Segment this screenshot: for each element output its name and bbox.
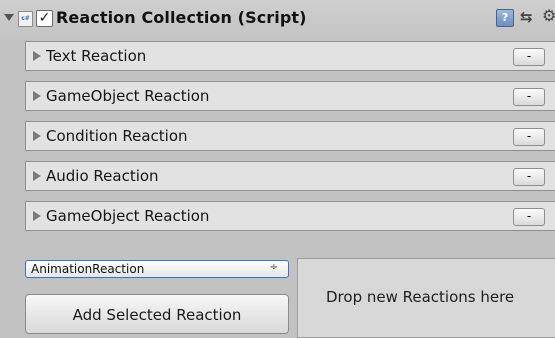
expand-arrow-icon[interactable] xyxy=(33,91,41,101)
component-title: Reaction Collection (Script) xyxy=(56,8,307,27)
csharp-script-icon: c# xyxy=(18,11,33,27)
dropdown-arrows-icon: ÷ xyxy=(269,262,278,273)
enabled-checkbox[interactable]: ✓ xyxy=(36,10,53,27)
reaction-label: Condition Reaction xyxy=(46,127,188,145)
remove-reaction-button[interactable]: - xyxy=(513,48,545,66)
gear-icon[interactable]: ⚙ xyxy=(542,6,555,25)
expand-arrow-icon[interactable] xyxy=(33,131,41,141)
reaction-row[interactable]: Condition Reaction - xyxy=(25,121,555,151)
reaction-label: GameObject Reaction xyxy=(46,207,210,225)
remove-reaction-button[interactable]: - xyxy=(513,208,545,226)
reaction-row[interactable]: Audio Reaction - xyxy=(25,161,555,191)
add-selected-reaction-button[interactable]: Add Selected Reaction xyxy=(25,294,289,334)
remove-reaction-button[interactable]: - xyxy=(513,168,545,186)
drop-zone-label: Drop new Reactions here xyxy=(326,288,515,306)
foldout-arrow-icon[interactable] xyxy=(4,14,14,21)
preset-settings-icon[interactable]: ⇆ xyxy=(520,8,533,26)
dropdown-selected-value: AnimationReaction xyxy=(31,262,145,276)
remove-reaction-button[interactable]: - xyxy=(513,128,545,146)
reaction-label: Text Reaction xyxy=(46,47,147,65)
remove-reaction-button[interactable]: - xyxy=(513,88,545,106)
reaction-row[interactable]: GameObject Reaction - xyxy=(25,201,555,231)
expand-arrow-icon[interactable] xyxy=(33,51,41,61)
help-book-icon[interactable]: ? xyxy=(496,9,514,27)
add-button-label: Add Selected Reaction xyxy=(72,306,242,324)
expand-arrow-icon[interactable] xyxy=(33,211,41,221)
reaction-drop-zone[interactable]: Drop new Reactions here xyxy=(297,258,555,338)
reaction-type-dropdown[interactable]: AnimationReaction ÷ xyxy=(25,260,289,278)
reaction-row[interactable]: Text Reaction - xyxy=(25,41,555,71)
reaction-label: Audio Reaction xyxy=(46,167,159,185)
expand-arrow-icon[interactable] xyxy=(33,171,41,181)
reaction-label: GameObject Reaction xyxy=(46,87,210,105)
component-header: c# ✓ Reaction Collection (Script) ? ⇆ ⚙ xyxy=(0,0,555,38)
reaction-row[interactable]: GameObject Reaction - xyxy=(25,81,555,111)
